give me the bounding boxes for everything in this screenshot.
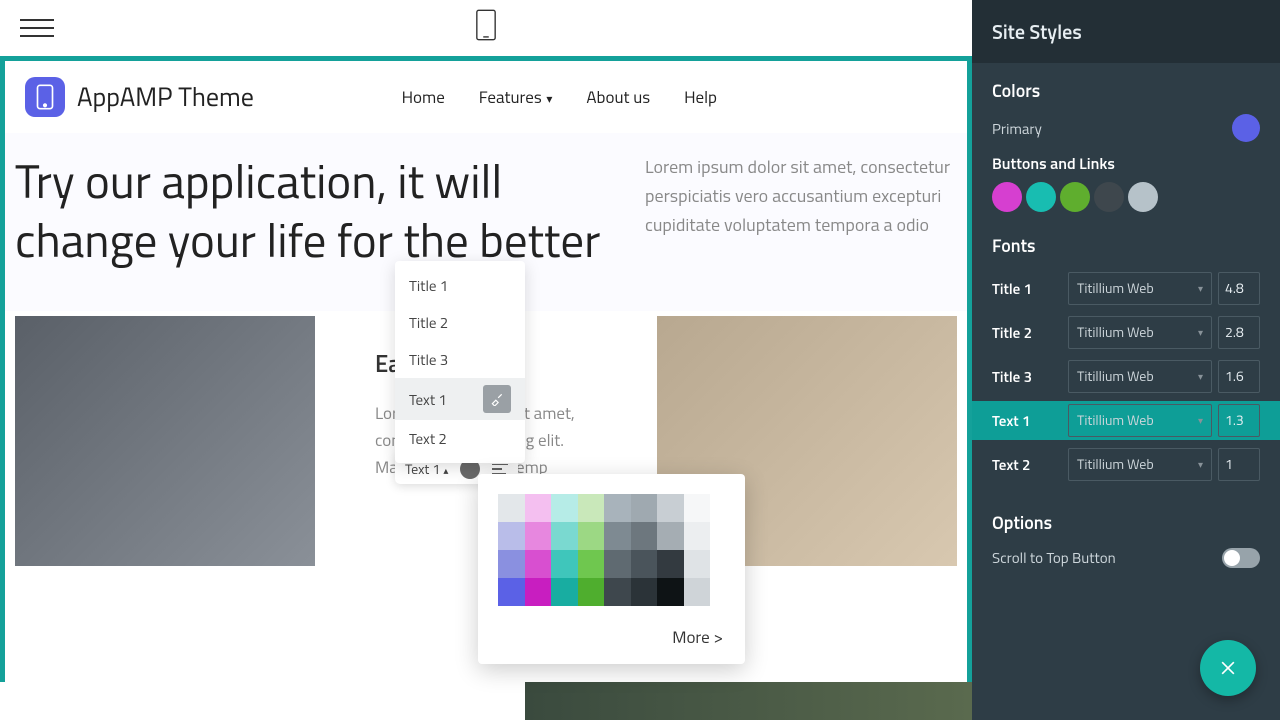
color-swatches — [498, 494, 710, 606]
site-header: AppAMP Theme Home Features ▾ About us He… — [5, 61, 967, 133]
font-row: Text 1 Titillium Web▾1.3 — [972, 401, 1280, 440]
color-swatch[interactable] — [498, 578, 525, 606]
button-color-swatches — [992, 182, 1260, 212]
brand[interactable]: AppAMP Theme — [25, 77, 254, 117]
nav-about[interactable]: About us — [586, 84, 650, 110]
color-swatch[interactable] — [578, 522, 605, 550]
options-heading: Options — [992, 509, 1260, 536]
site-preview: AppAMP Theme Home Features ▾ About us He… — [0, 56, 972, 720]
font-family-select[interactable]: Titillium Web▾ — [1068, 316, 1212, 349]
font-size-input[interactable]: 1.6 — [1218, 360, 1260, 393]
color-swatch[interactable] — [631, 550, 658, 578]
color-swatch[interactable] — [498, 550, 525, 578]
color-swatch[interactable] — [604, 494, 631, 522]
color-swatch[interactable] — [525, 550, 552, 578]
hamburger-menu-button[interactable] — [20, 19, 54, 37]
scroll-top-label: Scroll to Top Button — [992, 546, 1116, 569]
color-swatch[interactable] — [657, 522, 684, 550]
color-swatch[interactable] — [604, 522, 631, 550]
more-colors-button[interactable]: More > — [498, 624, 725, 650]
color-swatch[interactable] — [525, 494, 552, 522]
style-option-title1[interactable]: Title 1 — [395, 267, 525, 304]
align-icon[interactable] — [492, 464, 508, 475]
colors-heading: Colors — [992, 77, 1260, 104]
mobile-preview-icon[interactable] — [475, 7, 497, 50]
font-row: Text 2 Titillium Web▾1 — [992, 445, 1260, 484]
style-option-title2[interactable]: Title 2 — [395, 304, 525, 341]
footer-strip — [0, 682, 972, 720]
style-option-text1[interactable]: Text 1 — [395, 378, 525, 420]
fonts-heading: Fonts — [992, 232, 1260, 259]
style-option-title3[interactable]: Title 3 — [395, 341, 525, 378]
text-style-dropdown: Title 1 Title 2 Title 3 Text 1 Text 2 — [395, 261, 525, 463]
color-swatch[interactable] — [525, 522, 552, 550]
font-label: Title 3 — [992, 365, 1062, 388]
scroll-top-toggle[interactable] — [1222, 548, 1260, 568]
font-family-select[interactable]: Titillium Web▾ — [1068, 360, 1212, 393]
button-color-swatch[interactable] — [1094, 182, 1124, 212]
color-swatch[interactable] — [578, 494, 605, 522]
brand-name: AppAMP Theme — [77, 78, 254, 117]
font-label: Text 2 — [992, 453, 1062, 476]
font-size-input[interactable]: 1 — [1218, 448, 1260, 481]
color-swatch[interactable] — [525, 578, 552, 606]
color-swatch[interactable] — [657, 578, 684, 606]
brand-logo-icon — [25, 77, 65, 117]
font-row: Title 3 Titillium Web▾1.6 — [992, 357, 1260, 396]
color-swatch[interactable] — [551, 550, 578, 578]
app-topbar — [0, 0, 972, 56]
color-swatch[interactable] — [551, 494, 578, 522]
font-label: Title 2 — [992, 321, 1062, 344]
nav-home[interactable]: Home — [402, 84, 445, 110]
color-swatch[interactable] — [684, 550, 711, 578]
card-image — [15, 316, 315, 566]
font-family-select[interactable]: Titillium Web▾ — [1068, 448, 1212, 481]
color-swatch[interactable] — [684, 522, 711, 550]
color-swatch[interactable] — [631, 494, 658, 522]
button-color-swatch[interactable] — [1026, 182, 1056, 212]
font-size-input[interactable]: 1.3 — [1218, 404, 1260, 437]
color-swatch[interactable] — [631, 578, 658, 606]
color-swatch[interactable] — [498, 522, 525, 550]
color-swatch[interactable] — [684, 494, 711, 522]
buttons-links-label: Buttons and Links — [992, 152, 1260, 176]
site-styles-panel: Site Styles Colors Primary Buttons and L… — [972, 0, 1280, 720]
font-row: Title 2 Titillium Web▾2.8 — [992, 313, 1260, 352]
font-row: Title 1 Titillium Web▾4.8 — [992, 269, 1260, 308]
color-swatch[interactable] — [551, 522, 578, 550]
color-swatch[interactable] — [684, 578, 711, 606]
font-size-input[interactable]: 4.8 — [1218, 272, 1260, 305]
font-family-select[interactable]: Titillium Web▾ — [1068, 272, 1212, 305]
color-swatch[interactable] — [657, 494, 684, 522]
font-label: Title 1 — [992, 277, 1062, 300]
nav-features[interactable]: Features ▾ — [479, 84, 553, 110]
style-option-text2[interactable]: Text 2 — [395, 420, 525, 457]
brush-icon[interactable] — [483, 385, 511, 413]
font-label: Text 1 — [992, 409, 1062, 432]
color-swatch[interactable] — [551, 578, 578, 606]
color-swatch[interactable] — [604, 550, 631, 578]
color-palette-popup: More > — [478, 474, 745, 664]
button-color-swatch[interactable] — [1060, 182, 1090, 212]
hero-text[interactable]: Lorem ipsum dolor sit amet, consectetur … — [645, 153, 957, 239]
primary-color-swatch[interactable] — [1232, 114, 1260, 142]
font-family-select[interactable]: Titillium Web▾ — [1068, 404, 1212, 437]
card-1[interactable] — [15, 316, 315, 566]
color-swatch[interactable] — [578, 550, 605, 578]
font-size-input[interactable]: 2.8 — [1218, 316, 1260, 349]
site-nav: Home Features ▾ About us Help — [402, 84, 947, 110]
close-panel-button[interactable] — [1200, 640, 1256, 696]
color-swatch[interactable] — [604, 578, 631, 606]
panel-title: Site Styles — [972, 0, 1280, 63]
button-color-swatch[interactable] — [1128, 182, 1158, 212]
nav-help[interactable]: Help — [684, 84, 717, 110]
hero-title[interactable]: Try our application, it will change your… — [15, 153, 605, 271]
primary-color-label: Primary — [992, 117, 1042, 140]
color-swatch[interactable] — [578, 578, 605, 606]
button-color-swatch[interactable] — [992, 182, 1022, 212]
color-swatch[interactable] — [498, 494, 525, 522]
color-swatch[interactable] — [657, 550, 684, 578]
color-swatch[interactable] — [631, 522, 658, 550]
